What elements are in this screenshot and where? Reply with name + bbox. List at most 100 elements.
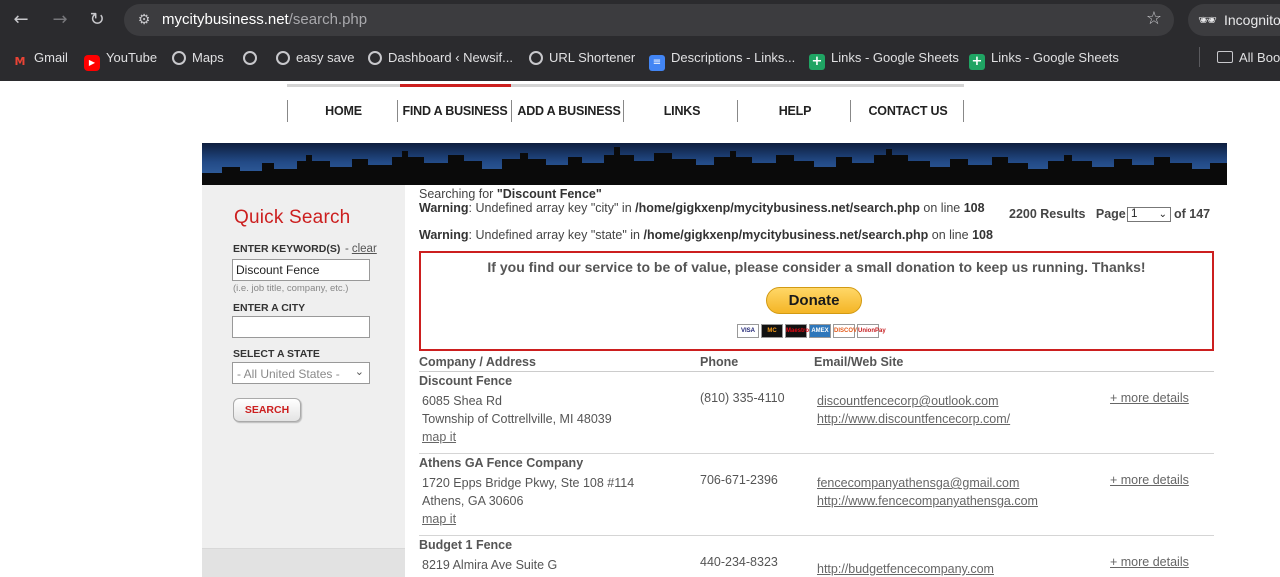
clear-prefix: - bbox=[345, 243, 349, 255]
bookmark-links-sheets-2[interactable]: + Links - Google Sheets bbox=[969, 49, 1119, 70]
page-select-value: 1 bbox=[1131, 208, 1138, 220]
result-website-link[interactable]: http://www.fencecompanyathensga.com bbox=[817, 494, 1038, 508]
warning-message: Warning: Undefined array key "city" in /… bbox=[419, 201, 985, 215]
page-select[interactable]: 1 ⌄ bbox=[1127, 207, 1171, 222]
table-header-divider bbox=[419, 371, 1214, 372]
incognito-label: Incognito bbox=[1224, 12, 1280, 28]
nav-divider bbox=[397, 100, 398, 122]
keyword-input[interactable] bbox=[232, 259, 370, 281]
result-email-link[interactable]: discountfencecorp@outlook.com bbox=[817, 394, 999, 408]
warning-line-number: 108 bbox=[972, 228, 993, 242]
keyword-hint: (i.e. job title, company, etc.) bbox=[233, 283, 349, 294]
column-header-email-web: Email/Web Site bbox=[814, 355, 904, 369]
searching-prefix: Searching for bbox=[419, 187, 494, 201]
bookmark-maps[interactable]: Maps bbox=[172, 49, 224, 69]
bookmark-dashboard[interactable]: Dashboard ‹ Newsif... bbox=[368, 49, 513, 69]
map-it-link[interactable]: map it bbox=[422, 430, 456, 444]
bookmark-gmail[interactable]: M Gmail bbox=[12, 49, 68, 69]
address-bar[interactable]: ⚙ mycitybusiness.net/search.php ☆ bbox=[124, 4, 1174, 36]
browser-chrome: ← → ↻ ⚙ mycitybusiness.net/search.php ☆ … bbox=[0, 0, 1280, 81]
globe-icon bbox=[276, 51, 290, 65]
bookmark-unnamed[interactable] bbox=[243, 49, 263, 69]
bookmark-star-icon[interactable]: ☆ bbox=[1146, 8, 1162, 29]
bookmark-youtube[interactable]: ▶ YouTube bbox=[84, 49, 157, 71]
result-phone: 440-234-8323 bbox=[700, 555, 778, 569]
warning-label: Warning bbox=[419, 201, 469, 215]
donation-box: If you find our service to be of value, … bbox=[419, 251, 1214, 351]
donate-button[interactable]: Donate bbox=[766, 287, 862, 314]
skyline-banner bbox=[202, 143, 1227, 185]
warning-label: Warning bbox=[419, 228, 469, 242]
warning-path: /home/gigkxenp/mycitybusiness.net/search… bbox=[635, 201, 920, 215]
more-details-link[interactable]: + more details bbox=[1110, 473, 1189, 487]
result-website-link[interactable]: http://www.discountfencecorp.com/ bbox=[817, 412, 1010, 426]
url-path: /search.php bbox=[288, 11, 368, 28]
bookmark-label: Dashboard ‹ Newsif... bbox=[388, 50, 513, 65]
search-button[interactable]: SEARCH bbox=[233, 398, 301, 422]
bookmark-label: Gmail bbox=[34, 50, 68, 65]
youtube-icon: ▶ bbox=[84, 55, 100, 71]
column-header-company: Company / Address bbox=[419, 355, 536, 369]
nav-links[interactable]: LINKS bbox=[626, 99, 738, 123]
globe-icon bbox=[172, 51, 186, 65]
more-details-link[interactable]: + more details bbox=[1110, 391, 1189, 405]
bookmark-label: easy save bbox=[296, 50, 355, 65]
result-website-link[interactable]: http://budgetfencecompany.com bbox=[817, 562, 994, 576]
nav-divider bbox=[287, 100, 288, 122]
city-label: ENTER A CITY bbox=[233, 302, 306, 314]
gmail-icon: M bbox=[14, 55, 26, 68]
bookmark-links-sheets-1[interactable]: + Links - Google Sheets bbox=[809, 49, 959, 70]
back-icon[interactable]: ← bbox=[8, 8, 34, 32]
result-phone: 706-671-2396 bbox=[700, 473, 778, 487]
row-divider bbox=[419, 453, 1214, 454]
bookmark-url-shortener[interactable]: URL Shortener bbox=[529, 49, 635, 69]
warning-text: : Undefined array key "city" in bbox=[468, 201, 636, 215]
nav-divider bbox=[850, 100, 851, 122]
sidebar-footer bbox=[202, 548, 405, 577]
city-input[interactable] bbox=[232, 316, 370, 338]
bookmark-easy-save[interactable]: easy save bbox=[276, 49, 355, 69]
bookmark-label: Maps bbox=[192, 50, 224, 65]
chevron-down-icon: ⌄ bbox=[1158, 209, 1167, 220]
bookmark-descriptions[interactable]: ≡ Descriptions - Links... bbox=[649, 49, 795, 71]
nav-home[interactable]: HOME bbox=[290, 99, 397, 123]
clear-label: clear bbox=[351, 243, 377, 255]
bookmark-label: URL Shortener bbox=[549, 50, 636, 65]
result-company-name: Budget 1 Fence bbox=[419, 538, 513, 552]
forward-icon[interactable]: → bbox=[47, 8, 73, 32]
visa-card-icon: VISA bbox=[737, 324, 759, 338]
map-it-link[interactable]: map it bbox=[422, 512, 456, 526]
donation-message: If you find our service to be of value, … bbox=[487, 259, 1146, 275]
results-count-text: 2200 Results bbox=[1009, 207, 1086, 221]
bookmark-all-bookmarks[interactable]: All Boo bbox=[1217, 49, 1280, 69]
folder-icon bbox=[1217, 51, 1233, 63]
nav-find-a-business[interactable]: FIND A BUSINESS bbox=[400, 99, 510, 123]
globe-icon bbox=[243, 51, 257, 65]
page-label: Page: bbox=[1095, 207, 1130, 221]
clear-link[interactable]: - clear bbox=[345, 243, 377, 255]
result-address-line2: Athens, GA 30606 bbox=[422, 494, 524, 508]
warning-on-line: on line bbox=[928, 228, 973, 242]
more-details-link[interactable]: + more details bbox=[1110, 555, 1189, 569]
globe-icon bbox=[529, 51, 543, 65]
maestro-card-icon: Maestro bbox=[785, 324, 809, 338]
bookmark-label: Links - Google Sheets bbox=[831, 50, 959, 65]
result-address-line1: 1720 Epps Bridge Pkwy, Ste 108 #114 bbox=[422, 476, 635, 490]
bookmarks-bar: M Gmail ▶ YouTube Maps easy save Dashboard… bbox=[0, 44, 1280, 72]
chevron-down-icon: ⌄ bbox=[354, 365, 364, 378]
result-email-link[interactable]: fencecompanyathensga@gmail.com bbox=[817, 476, 1019, 490]
state-select-value: - All United States - bbox=[237, 367, 340, 381]
site-settings-icon[interactable]: ⚙ bbox=[134, 10, 154, 30]
bookmark-label: Links - Google Sheets bbox=[991, 50, 1119, 65]
nav-active-indicator bbox=[400, 84, 511, 87]
reload-icon[interactable]: ↻ bbox=[84, 8, 110, 32]
docs-icon: ≡ bbox=[649, 55, 665, 71]
nav-help[interactable]: HELP bbox=[740, 99, 850, 123]
result-address-line2: Township of Cottrellville, MI 48039 bbox=[422, 412, 612, 426]
incognito-badge[interactable]: 🕶 Incognito bbox=[1188, 4, 1280, 36]
nav-contact-us[interactable]: CONTACT US bbox=[853, 99, 963, 123]
searching-for-text: Searching for "Discount Fence" bbox=[419, 187, 602, 201]
url-text: mycitybusiness.net/search.php bbox=[162, 11, 367, 28]
nav-add-a-business[interactable]: ADD A BUSINESS bbox=[514, 99, 624, 123]
state-select[interactable]: - All United States - ⌄ bbox=[232, 362, 370, 384]
